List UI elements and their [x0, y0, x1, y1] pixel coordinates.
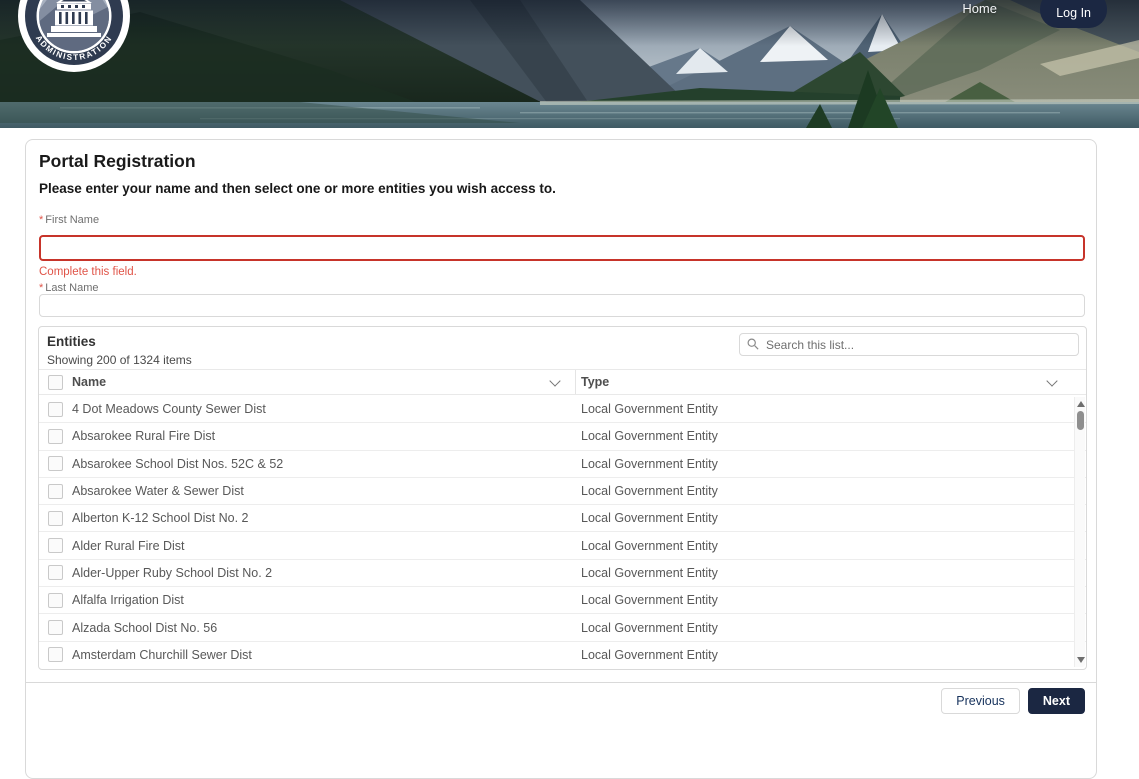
scrollbar-thumb[interactable]	[1077, 411, 1084, 430]
registration-card: Portal Registration Please enter your na…	[25, 139, 1097, 779]
entities-panel: Entities Showing 200 of 1324 items Name …	[38, 326, 1087, 670]
chevron-down-icon	[1046, 375, 1057, 386]
table-row[interactable]: Alberton K-12 School Dist No. 2 Local Go…	[39, 505, 1086, 532]
type-sort-button[interactable]	[1044, 376, 1060, 389]
top-nav: Home Log In	[0, 0, 1139, 46]
chevron-down-icon	[549, 375, 560, 386]
page-title: Portal Registration	[39, 151, 196, 172]
last-name-input[interactable]	[39, 294, 1085, 317]
login-button[interactable]: Log In	[1040, 0, 1107, 28]
required-asterisk: *	[39, 282, 43, 294]
table-row[interactable]: Absarokee School Dist Nos. 52C & 52 Loca…	[39, 451, 1086, 478]
table-scrollbar[interactable]	[1074, 397, 1085, 667]
row-checkbox[interactable]	[48, 429, 63, 444]
first-name-error: Complete this field.	[39, 266, 137, 278]
table-row[interactable]: 4 Dot Meadows County Sewer Dist Local Go…	[39, 396, 1086, 423]
entity-name: Alder-Upper Ruby School Dist No. 2	[72, 566, 272, 580]
entity-name: Alberton K-12 School Dist No. 2	[72, 511, 248, 525]
entity-name: Alder Rural Fire Dist	[72, 539, 185, 553]
administration-seal-logo: ADMINISTRATION	[14, 0, 134, 76]
entity-name: Absarokee Rural Fire Dist	[72, 429, 215, 443]
row-checkbox[interactable]	[48, 484, 63, 499]
entity-type: Local Government Entity	[575, 429, 1086, 443]
table-row[interactable]: Absarokee Rural Fire Dist Local Governme…	[39, 423, 1086, 450]
first-name-input[interactable]	[39, 235, 1085, 261]
entity-name: 4 Dot Meadows County Sewer Dist	[72, 402, 266, 416]
entity-name: Amsterdam Churchill Sewer Dist	[72, 648, 252, 662]
scroll-up-arrow-icon[interactable]	[1077, 401, 1085, 407]
entity-type: Local Government Entity	[575, 593, 1086, 607]
instructions-text: Please enter your name and then select o…	[39, 181, 556, 196]
name-sort-button[interactable]	[547, 376, 563, 389]
previous-button[interactable]: Previous	[941, 688, 1020, 714]
entities-title: Entities	[47, 334, 96, 349]
entity-name: Absarokee School Dist Nos. 52C & 52	[72, 457, 283, 471]
next-button[interactable]: Next	[1028, 688, 1085, 714]
entity-name: Absarokee Water & Sewer Dist	[72, 484, 244, 498]
entities-table-body: 4 Dot Meadows County Sewer Dist Local Go…	[39, 396, 1086, 668]
table-row[interactable]: Alfalfa Irrigation Dist Local Government…	[39, 587, 1086, 614]
entity-type: Local Government Entity	[575, 621, 1086, 635]
row-checkbox[interactable]	[48, 620, 63, 635]
first-name-label: *First Name	[39, 214, 99, 226]
table-row[interactable]: Alder Rural Fire Dist Local Government E…	[39, 532, 1086, 559]
row-checkbox[interactable]	[48, 538, 63, 553]
row-checkbox[interactable]	[48, 647, 63, 662]
footer-actions: Previous Next	[941, 688, 1085, 714]
nav-home-link[interactable]: Home	[962, 1, 997, 16]
table-row[interactable]: Absarokee Water & Sewer Dist Local Gover…	[39, 478, 1086, 505]
row-checkbox[interactable]	[48, 456, 63, 471]
column-header-type: Type	[581, 375, 609, 389]
row-checkbox[interactable]	[48, 593, 63, 608]
entity-type: Local Government Entity	[575, 484, 1086, 498]
select-all-checkbox[interactable]	[48, 375, 63, 390]
row-checkbox[interactable]	[48, 402, 63, 417]
scroll-down-arrow-icon[interactable]	[1077, 657, 1085, 663]
table-row[interactable]: Amsterdam Churchill Sewer Dist Local Gov…	[39, 642, 1086, 668]
entities-search-input[interactable]	[739, 333, 1079, 356]
row-checkbox[interactable]	[48, 511, 63, 526]
row-checkbox[interactable]	[48, 565, 63, 580]
entity-type: Local Government Entity	[575, 511, 1086, 525]
entity-type: Local Government Entity	[575, 539, 1086, 553]
table-header-row: Name Type	[39, 369, 1086, 395]
table-row[interactable]: Alder-Upper Ruby School Dist No. 2 Local…	[39, 560, 1086, 587]
column-header-name: Name	[72, 375, 106, 389]
last-name-label: *Last Name	[39, 282, 98, 294]
entity-type: Local Government Entity	[575, 648, 1086, 662]
entity-name: Alzada School Dist No. 56	[72, 621, 217, 635]
entity-type: Local Government Entity	[575, 457, 1086, 471]
footer-divider	[26, 682, 1096, 683]
entity-type: Local Government Entity	[575, 566, 1086, 580]
entities-count: Showing 200 of 1324 items	[47, 353, 192, 367]
required-asterisk: *	[39, 214, 43, 226]
entity-type: Local Government Entity	[575, 402, 1086, 416]
entity-name: Alfalfa Irrigation Dist	[72, 593, 184, 607]
table-row[interactable]: Alzada School Dist No. 56 Local Governme…	[39, 614, 1086, 641]
